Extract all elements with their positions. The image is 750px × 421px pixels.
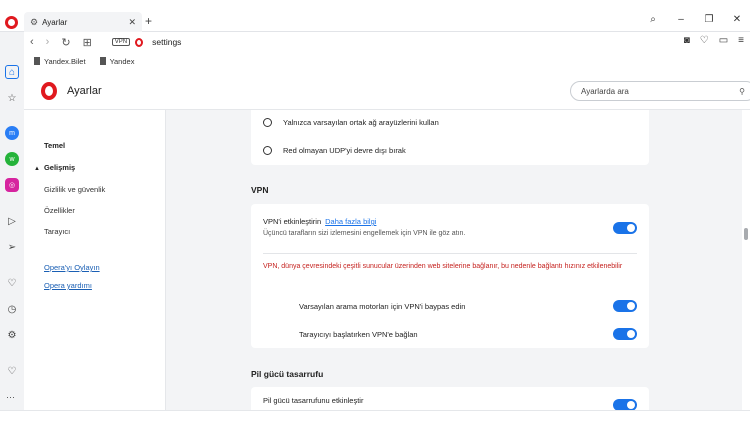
radio-option-1[interactable]: Yalnızca varsayılan ortak ağ arayüzlerin…	[263, 118, 439, 127]
tab-title: Ayarlar	[42, 18, 128, 27]
tab-strip: ⚙ Ayarlar ✕ + ⌕ – ❐ ✕	[0, 0, 750, 32]
close-window-icon[interactable]: ✕	[730, 14, 744, 25]
tab-settings[interactable]: ⚙ Ayarlar ✕	[24, 12, 142, 32]
vpn-toggle[interactable]	[613, 222, 637, 234]
vpn-section-title: VPN	[251, 185, 268, 195]
vpn-bypass-toggle[interactable]	[613, 300, 637, 312]
nav-opera-yardimi[interactable]: Opera yardımı	[44, 281, 92, 290]
collapse-icon: ▲	[34, 166, 40, 172]
settings-header: Ayarlar ⚲	[24, 72, 750, 110]
search-icon: ⚲	[739, 87, 745, 96]
vpn-bypass-label: Varsayılan arama motorları için VPN'i ba…	[299, 302, 465, 311]
scrollbar-thumb[interactable]	[744, 228, 748, 240]
snapshot-icon[interactable]: ◙	[684, 35, 690, 46]
page-title: Ayarlar	[67, 85, 102, 97]
gear-icon: ⚙	[30, 17, 38, 28]
vpn-card: VPN'i etkinleştirinDaha fazla bilgi Üçün…	[251, 204, 649, 348]
opera-logo-icon	[41, 82, 57, 100]
settings-search[interactable]: ⚲	[570, 81, 750, 101]
vpn-badge[interactable]: VPN	[112, 38, 130, 46]
divider	[263, 253, 637, 254]
heart-icon[interactable]: ♡	[700, 35, 709, 46]
minimize-icon[interactable]: –	[674, 14, 688, 25]
nav-opera-oylayin[interactable]: Opera'yı Oylayın	[44, 263, 100, 272]
nav-temel[interactable]: Temel	[44, 141, 65, 150]
document-icon	[100, 57, 106, 65]
bottom-bar	[0, 410, 750, 421]
vpn-connect-label: Tarayıcıyı başlatırken VPN'e bağlan	[299, 330, 418, 339]
scrollbar[interactable]	[742, 110, 750, 410]
player-icon[interactable]: ▷	[5, 214, 19, 228]
url-field[interactable]: settings	[152, 37, 181, 47]
reload-icon[interactable]: ↻	[61, 36, 70, 49]
radio-button[interactable]	[263, 118, 272, 127]
more-icon[interactable]: ···	[6, 392, 15, 402]
window-controls: ⌕ – ❐ ✕	[646, 14, 744, 25]
vpn-enable-row: VPN'i etkinleştirinDaha fazla bilgi	[263, 217, 376, 226]
nav-tarayici[interactable]: Tarayıcı	[44, 227, 70, 236]
easy-setup-icon[interactable]: ≡	[738, 35, 744, 46]
radio-option-2[interactable]: Red olmayan UDP'yi devre dışı bırak	[263, 146, 406, 155]
instagram-icon[interactable]: ◎	[5, 178, 19, 192]
bookmarks-icon[interactable]: ☆	[5, 91, 19, 105]
battery-toggle[interactable]	[613, 399, 637, 410]
settings-nav: Temel ▲Gelişmiş Gizlilik ve güvenlik Öze…	[24, 110, 166, 410]
nav-gelismis[interactable]: ▲Gelişmiş	[34, 163, 75, 172]
tips-icon[interactable]: ♡	[5, 364, 19, 378]
vpn-connect-toggle[interactable]	[613, 328, 637, 340]
battery-section-title: Pil gücü tasarrufu	[251, 369, 323, 379]
battery-enable-label: Pil gücü tasarrufunu etkinleştir	[263, 396, 363, 405]
document-icon	[34, 57, 40, 65]
new-tab-button[interactable]: +	[145, 14, 152, 28]
bookmark-yandex[interactable]: Yandex	[100, 57, 135, 66]
more-info-link[interactable]: Daha fazla bilgi	[325, 217, 376, 226]
back-icon[interactable]: ‹	[30, 36, 34, 49]
nav-gizlilik[interactable]: Gizlilik ve güvenlik	[44, 185, 105, 194]
sidebar: ⌂ ☆ m w ◎ ▷ ➢ ♡ ◷ ⚙ ♡	[0, 32, 24, 421]
home-icon[interactable]: ⌂	[5, 65, 19, 79]
webrtc-card: Yalnızca varsayılan ortak ağ arayüzlerin…	[251, 110, 649, 165]
messenger-icon[interactable]: m	[5, 126, 19, 140]
speed-dial-icon[interactable]: ⊞	[83, 36, 92, 49]
vpn-enable-desc: Üçüncü tarafların sizi izlemesini engell…	[263, 230, 465, 237]
bookmarks-bar: Yandex.Bilet Yandex	[24, 54, 134, 68]
forward-icon[interactable]: ›	[46, 36, 50, 49]
radio-button[interactable]	[263, 146, 272, 155]
whatsapp-icon[interactable]: w	[5, 152, 19, 166]
heart-icon[interactable]: ♡	[5, 276, 19, 290]
opera-menu-icon[interactable]	[5, 16, 18, 29]
settings-icon[interactable]: ⚙	[5, 328, 19, 342]
opera-site-icon	[135, 38, 143, 47]
address-bar: ‹ › ↻ ⊞ VPN settings ◙ ♡ ▭ ≡	[24, 33, 750, 51]
settings-main: Yalnızca varsayılan ortak ağ arayüzlerin…	[166, 110, 742, 410]
search-input[interactable]	[581, 87, 739, 96]
bookmark-yandex-bilet[interactable]: Yandex.Bilet	[34, 57, 86, 66]
restore-icon[interactable]: ❐	[702, 14, 716, 25]
close-tab-icon[interactable]: ✕	[128, 17, 136, 28]
battery-card: Pil gücü tasarrufunu etkinleştir	[251, 387, 649, 410]
wallet-icon[interactable]: ▭	[719, 35, 728, 46]
nav-ozellikler[interactable]: Özellikler	[44, 206, 75, 215]
vpn-warning: VPN, dünya çevresindeki çeşitli sunucula…	[263, 261, 623, 273]
send-icon[interactable]: ➢	[5, 240, 19, 254]
search-tabs-icon[interactable]: ⌕	[646, 14, 660, 25]
history-icon[interactable]: ◷	[5, 302, 19, 316]
